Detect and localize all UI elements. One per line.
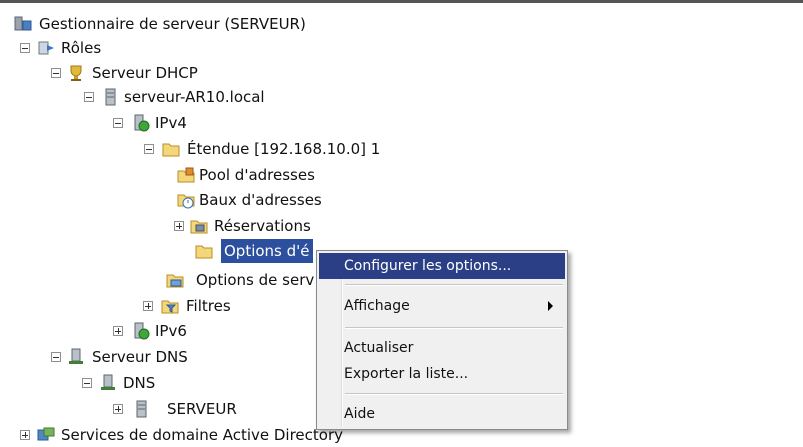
folder-icon — [195, 245, 213, 259]
menu-item-configure-options[interactable]: Configurer les options... — [319, 253, 565, 279]
menu-separator — [345, 327, 563, 329]
expand-toggle[interactable] — [20, 430, 30, 440]
collapse-toggle[interactable] — [51, 68, 61, 78]
menu-item-export-list[interactable]: Exporter la liste... — [319, 361, 565, 387]
menu-item-refresh[interactable]: Actualiser — [319, 335, 565, 361]
tree-label: serveur-AR10.local — [124, 88, 265, 106]
menu-item-label: Aide — [344, 406, 375, 422]
address-pool-icon — [177, 167, 195, 183]
server-manager-icon — [14, 16, 32, 31]
tree-label: Serveur DNS — [92, 348, 188, 366]
collapse-toggle[interactable] — [113, 118, 123, 128]
tree-label: IPv4 — [155, 114, 187, 132]
menu-item-label: Actualiser — [344, 340, 414, 356]
tree-label: Filtres — [186, 297, 231, 315]
tree-label: Étendue [192.168.10.0] 1 — [187, 140, 381, 158]
server-options-icon — [166, 274, 184, 288]
ipv4-icon — [134, 114, 150, 132]
submenu-arrow-icon — [548, 301, 553, 311]
context-menu: Configurer les options... Affichage Actu… — [316, 250, 568, 430]
roles-icon — [38, 41, 54, 55]
menu-separator — [345, 393, 563, 395]
menu-item-help[interactable]: Aide — [319, 401, 565, 427]
collapse-toggle[interactable] — [82, 378, 92, 388]
dns-icon — [101, 374, 115, 390]
expand-toggle[interactable] — [113, 326, 123, 336]
tree-label: Baux d'adresses — [199, 191, 322, 209]
expand-toggle[interactable] — [143, 301, 153, 311]
dns-server-icon — [69, 348, 83, 364]
folder-icon — [162, 143, 180, 157]
collapse-toggle[interactable] — [20, 43, 30, 53]
tree-label: Options de serv — [196, 271, 315, 289]
tree-label: Services de domaine Active Directory — [61, 426, 344, 444]
collapse-toggle[interactable] — [144, 144, 154, 154]
address-leases-icon — [177, 194, 195, 209]
server-icon — [136, 400, 147, 418]
tree-label: IPv6 — [155, 322, 187, 340]
tree-label: SERVEUR — [167, 400, 237, 418]
tree-label: Pool d'adresses — [199, 166, 315, 184]
ipv6-icon — [134, 322, 150, 340]
trophy-icon — [70, 65, 82, 81]
tree-label: Gestionnaire de serveur (SERVEUR) — [39, 15, 306, 33]
collapse-toggle[interactable] — [51, 352, 61, 362]
tree-label-selected: Options d'é — [221, 239, 313, 263]
expand-toggle[interactable] — [113, 404, 123, 414]
reservations-icon — [190, 220, 208, 234]
server-icon — [105, 88, 116, 106]
tree-label: Rôles — [61, 39, 102, 57]
tree-label: DNS — [123, 374, 156, 392]
filter-icon — [161, 300, 179, 314]
active-directory-icon — [37, 427, 55, 441]
menu-item-label: Affichage — [344, 298, 410, 314]
menu-item-label: Exporter la liste... — [344, 366, 469, 382]
menu-item-label: Configurer les options... — [344, 258, 512, 274]
expand-toggle[interactable] — [174, 221, 184, 231]
menu-separator — [345, 284, 563, 286]
tree-label: Réservations — [214, 217, 311, 235]
collapse-toggle[interactable] — [84, 92, 94, 102]
menu-item-view[interactable]: Affichage — [319, 293, 565, 319]
tree-label: Serveur DHCP — [92, 64, 198, 82]
